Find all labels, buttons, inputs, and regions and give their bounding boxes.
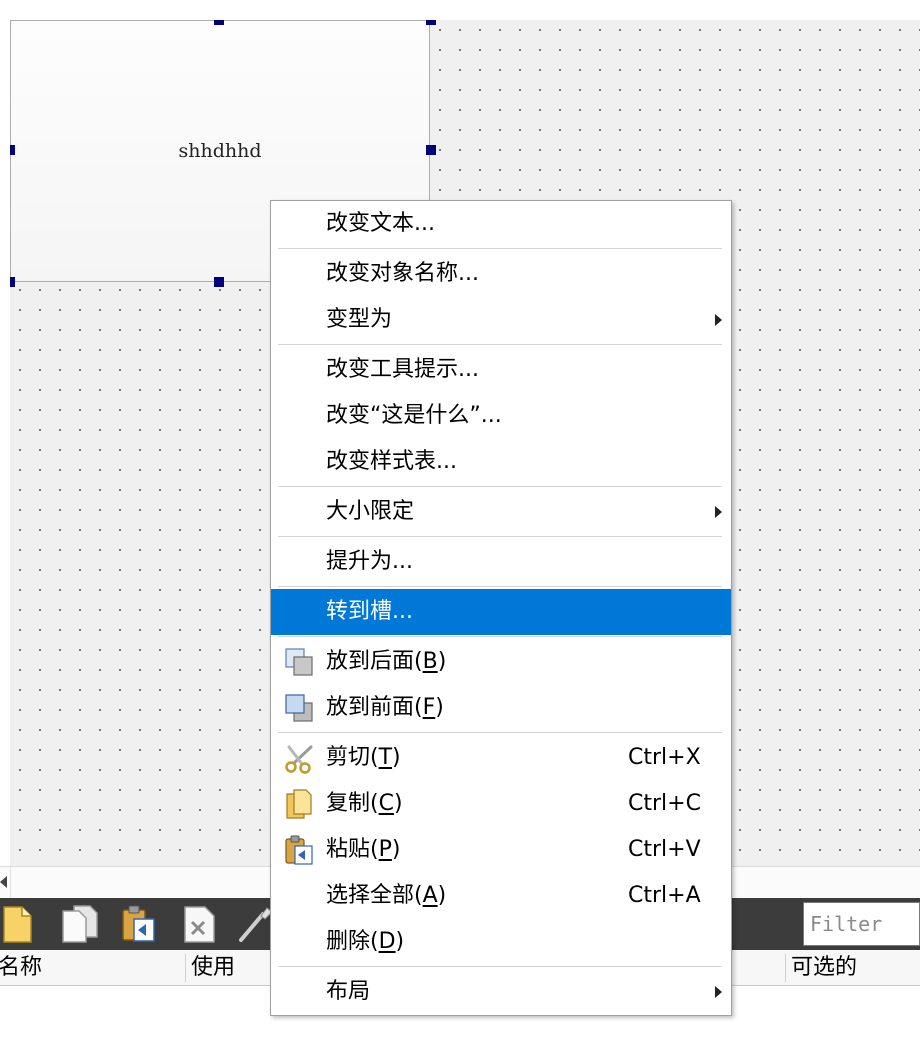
resize-handle-top[interactable] bbox=[214, 20, 224, 25]
menu-item-send-to-back[interactable]: 放到后面(B) bbox=[271, 639, 731, 685]
menu-item-label: 布局 bbox=[326, 979, 371, 1004]
menu-item-mnemonic: C bbox=[378, 791, 394, 816]
context-menu: 改变文本... 改变对象名称... 变型为 改变工具提示... 改变“这是什么”… bbox=[270, 200, 732, 1016]
menu-item-label: 改变工具提示... bbox=[326, 357, 479, 382]
resize-handle-bottom[interactable] bbox=[214, 277, 224, 287]
new-button[interactable] bbox=[0, 904, 38, 944]
menu-item-label: 放到前面(F) bbox=[326, 685, 444, 731]
menu-item-select-all[interactable]: 选择全部(A) Ctrl+A bbox=[271, 873, 731, 919]
menu-item-layout[interactable]: 布局 bbox=[271, 969, 731, 1015]
menu-item-mnemonic: A bbox=[422, 883, 438, 908]
menu-item-cut[interactable]: 剪切(T) Ctrl+X bbox=[271, 735, 731, 781]
menu-item-text-end: ) bbox=[391, 837, 401, 862]
menu-item-label: 放到后面(B) bbox=[326, 639, 446, 685]
menu-item-shortcut: Ctrl+C bbox=[628, 791, 701, 816]
menu-item-label: 转到槽... bbox=[326, 599, 413, 624]
menu-item-text: 粘贴( bbox=[326, 837, 379, 862]
new-document-icon bbox=[3, 906, 32, 943]
delete-button[interactable] bbox=[182, 904, 220, 944]
menu-item-label: 粘贴(P) bbox=[326, 827, 400, 873]
menu-item-mnemonic: D bbox=[378, 929, 396, 954]
menu-item-shortcut: Ctrl+X bbox=[628, 745, 701, 770]
paste-icon bbox=[283, 834, 315, 866]
menu-item-label: 变型为 bbox=[326, 307, 393, 332]
menu-item-shortcut: Ctrl+A bbox=[628, 883, 701, 908]
column-divider[interactable] bbox=[785, 954, 786, 982]
menu-item-text: 放到前面( bbox=[326, 695, 423, 720]
menu-item-text: 选择全部( bbox=[326, 883, 423, 908]
column-header-name[interactable]: 名称 bbox=[0, 950, 42, 986]
menu-item-bring-to-front[interactable]: 放到前面(F) bbox=[271, 685, 731, 731]
menu-item-label: 提升为... bbox=[326, 549, 413, 574]
menu-item-label: 改变对象名称... bbox=[326, 261, 479, 286]
filter-input[interactable] bbox=[803, 902, 920, 946]
submenu-arrow-icon bbox=[715, 986, 722, 998]
submenu-arrow-icon bbox=[715, 506, 722, 518]
menu-item-change-stylesheet[interactable]: 改变样式表... bbox=[271, 439, 731, 485]
menu-item-mnemonic: B bbox=[422, 649, 438, 674]
column-header-checkable[interactable]: 可选的 bbox=[791, 950, 857, 986]
menu-item-text: 删除( bbox=[326, 929, 379, 954]
menu-item-text-end: ) bbox=[395, 929, 405, 954]
copy-button[interactable] bbox=[60, 904, 98, 944]
menu-item-change-tooltip[interactable]: 改变工具提示... bbox=[271, 347, 731, 393]
menu-item-mnemonic: F bbox=[422, 695, 436, 720]
bring-to-front-icon bbox=[283, 692, 315, 724]
menu-item-text-end: ) bbox=[392, 745, 401, 770]
menu-item-change-text[interactable]: 改变文本... bbox=[271, 201, 731, 247]
push-button-text: shhdhhd bbox=[178, 140, 262, 162]
tool-icon bbox=[239, 907, 273, 942]
menu-item-mnemonic: P bbox=[378, 837, 392, 862]
menu-item-text: 复制( bbox=[326, 791, 379, 816]
menu-item-text-end: ) bbox=[437, 649, 447, 674]
submenu-arrow-icon bbox=[715, 314, 722, 326]
scroll-left-arrow-icon[interactable] bbox=[0, 876, 7, 888]
resize-handle-bottom-left[interactable] bbox=[10, 277, 15, 287]
menu-item-text-end: ) bbox=[437, 883, 447, 908]
paste-icon bbox=[122, 905, 155, 942]
menu-item-text: 剪切( bbox=[326, 745, 379, 770]
menu-item-change-object-name[interactable]: 改变对象名称... bbox=[271, 251, 731, 297]
menu-item-mnemonic: T bbox=[378, 745, 393, 770]
menu-item-text-end: ) bbox=[393, 791, 403, 816]
paste-button[interactable] bbox=[120, 904, 158, 944]
configure-button[interactable] bbox=[236, 904, 274, 944]
menu-item-copy[interactable]: 复制(C) Ctrl+C bbox=[271, 781, 731, 827]
menu-item-label: 改变“这是什么”... bbox=[326, 403, 502, 428]
column-header-used[interactable]: 使用 bbox=[191, 950, 235, 986]
resize-handle-right[interactable] bbox=[426, 145, 436, 155]
delete-document-icon bbox=[184, 906, 215, 943]
menu-item-label: 改变文本... bbox=[326, 211, 435, 236]
resize-handle-top-right[interactable] bbox=[426, 20, 436, 25]
scrollbar-divider bbox=[10, 867, 11, 898]
menu-item-label: 大小限定 bbox=[326, 499, 415, 524]
menu-item-label: 选择全部(A) bbox=[326, 873, 446, 919]
menu-item-change-whats-this[interactable]: 改变“这是什么”... bbox=[271, 393, 731, 439]
menu-item-shortcut: Ctrl+V bbox=[628, 837, 701, 862]
menu-item-text: 放到后面( bbox=[326, 649, 423, 674]
menu-item-label: 删除(D) bbox=[326, 919, 404, 965]
scissors-icon bbox=[283, 742, 315, 774]
send-to-back-icon bbox=[283, 646, 315, 678]
menu-item-label: 改变样式表... bbox=[326, 449, 457, 474]
menu-item-delete[interactable]: 删除(D) bbox=[271, 919, 731, 965]
resize-handle-left[interactable] bbox=[10, 145, 15, 155]
copy-icon bbox=[283, 788, 315, 820]
menu-item-paste[interactable]: 粘贴(P) Ctrl+V bbox=[271, 827, 731, 873]
column-divider[interactable] bbox=[185, 954, 186, 982]
menu-item-size-constraints[interactable]: 大小限定 bbox=[271, 489, 731, 535]
menu-item-go-to-slot[interactable]: 转到槽... bbox=[271, 589, 731, 635]
menu-item-promote-to[interactable]: 提升为... bbox=[271, 539, 731, 585]
menu-item-label: 剪切(T) bbox=[326, 735, 401, 781]
copy-pages-icon bbox=[62, 905, 98, 943]
menu-item-text-end: ) bbox=[435, 695, 444, 720]
menu-item-morph-into[interactable]: 变型为 bbox=[271, 297, 731, 343]
menu-item-label: 复制(C) bbox=[326, 781, 403, 827]
